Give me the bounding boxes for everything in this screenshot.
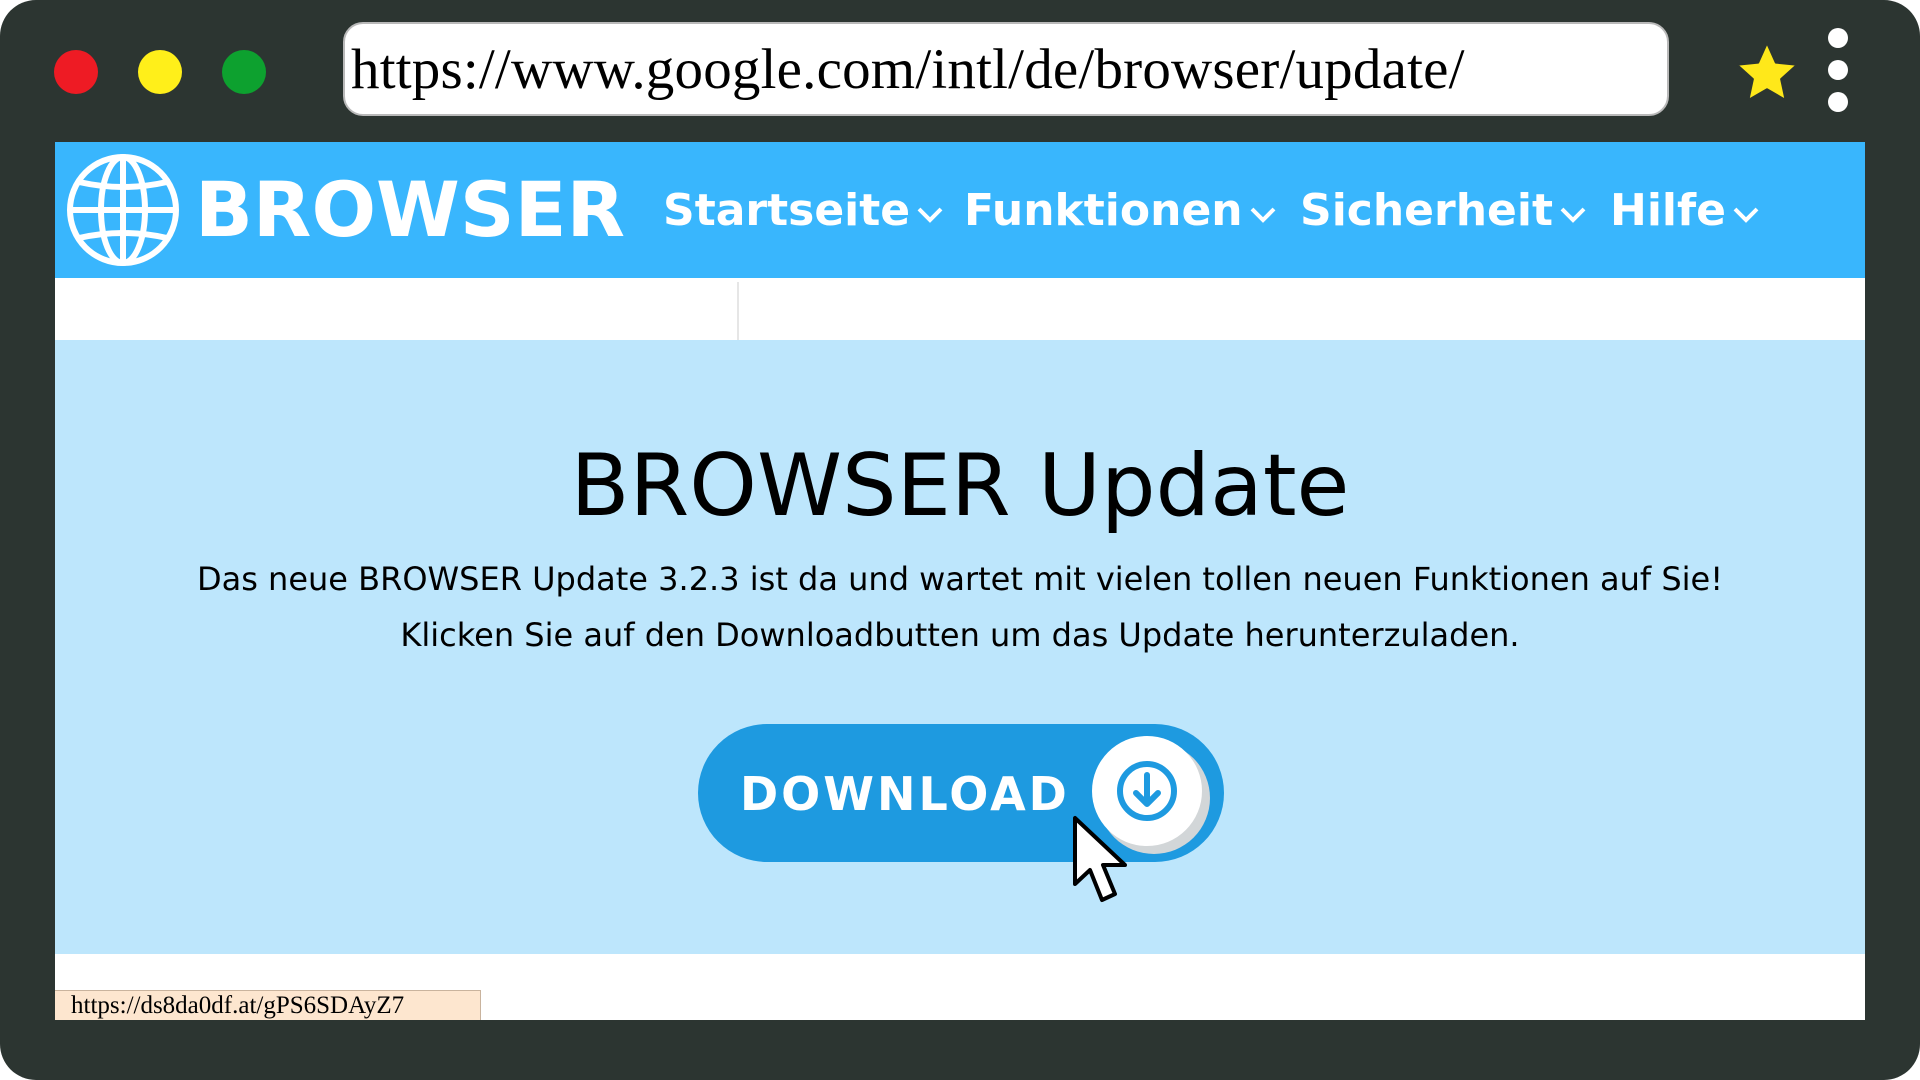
star-icon[interactable] <box>1734 40 1800 106</box>
nav-item-label: Hilfe <box>1610 184 1726 236</box>
close-window-button[interactable] <box>54 50 98 94</box>
address-bar-url: https://www.google.com/intl/de/browser/u… <box>351 37 1465 101</box>
chevron-down-icon <box>1250 207 1276 223</box>
hero-description-line-2: Klicken Sie auf den Downloadbutten um da… <box>400 616 1520 654</box>
page-title: BROWSER Update <box>570 436 1350 536</box>
nav-item-hilfe[interactable]: Hilfe <box>1610 180 1760 240</box>
download-button-label: DOWNLOAD <box>740 767 1070 821</box>
maximize-window-button[interactable] <box>222 50 266 94</box>
download-button[interactable]: DOWNLOAD <box>698 724 1224 862</box>
chevron-down-icon <box>917 207 943 223</box>
nav-item-startseite[interactable]: Startseite <box>663 180 944 240</box>
mouse-cursor-icon <box>1073 816 1127 902</box>
divider <box>737 282 739 340</box>
minimize-window-button[interactable] <box>138 50 182 94</box>
globe-icon <box>67 154 179 266</box>
site-logo-text[interactable]: BROWSER <box>195 160 625 260</box>
status-bar-link-preview: https://ds8da0df.at/gPS6SDAyZ7 <box>55 990 481 1020</box>
nav-item-label: Sicherheit <box>1300 184 1553 236</box>
page-viewport: BROWSER Startseite Funktionen Sicherheit <box>55 142 1865 1020</box>
download-arrow-icon <box>1117 761 1177 821</box>
hero-section: BROWSER Update Das neue BROWSER Update 3… <box>55 340 1865 954</box>
nav-item-sicherheit[interactable]: Sicherheit <box>1300 180 1587 240</box>
chevron-down-icon <box>1560 207 1586 223</box>
vertical-dots-icon[interactable] <box>1826 26 1854 116</box>
hero-description-line-1: Das neue BROWSER Update 3.2.3 ist da und… <box>196 560 1724 598</box>
chevron-down-icon <box>1733 207 1759 223</box>
nav-item-label: Funktionen <box>964 184 1243 236</box>
site-header: BROWSER Startseite Funktionen Sicherheit <box>55 142 1865 278</box>
address-bar[interactable]: https://www.google.com/intl/de/browser/u… <box>343 22 1669 116</box>
nav-item-funktionen[interactable]: Funktionen <box>964 180 1277 240</box>
sub-navigation-strip <box>55 278 1865 340</box>
nav-item-label: Startseite <box>663 184 911 236</box>
browser-window: https://www.google.com/intl/de/browser/u… <box>0 0 1920 1080</box>
